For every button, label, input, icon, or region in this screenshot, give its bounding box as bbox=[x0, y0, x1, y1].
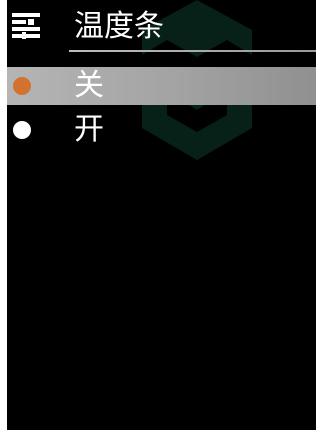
header: 温度条 bbox=[7, 0, 316, 50]
option-label: 开 bbox=[74, 112, 104, 147]
header-divider bbox=[69, 50, 316, 52]
device-screen: 温度条 关 开 bbox=[7, 0, 316, 430]
radio-dot-icon bbox=[13, 77, 31, 95]
radio-dot-icon bbox=[13, 121, 31, 139]
settings-list-icon bbox=[12, 13, 40, 39]
option-label: 关 bbox=[74, 68, 104, 103]
page-title: 温度条 bbox=[74, 9, 164, 44]
option-off[interactable]: 关 bbox=[7, 67, 316, 105]
option-on[interactable]: 开 bbox=[7, 111, 316, 149]
